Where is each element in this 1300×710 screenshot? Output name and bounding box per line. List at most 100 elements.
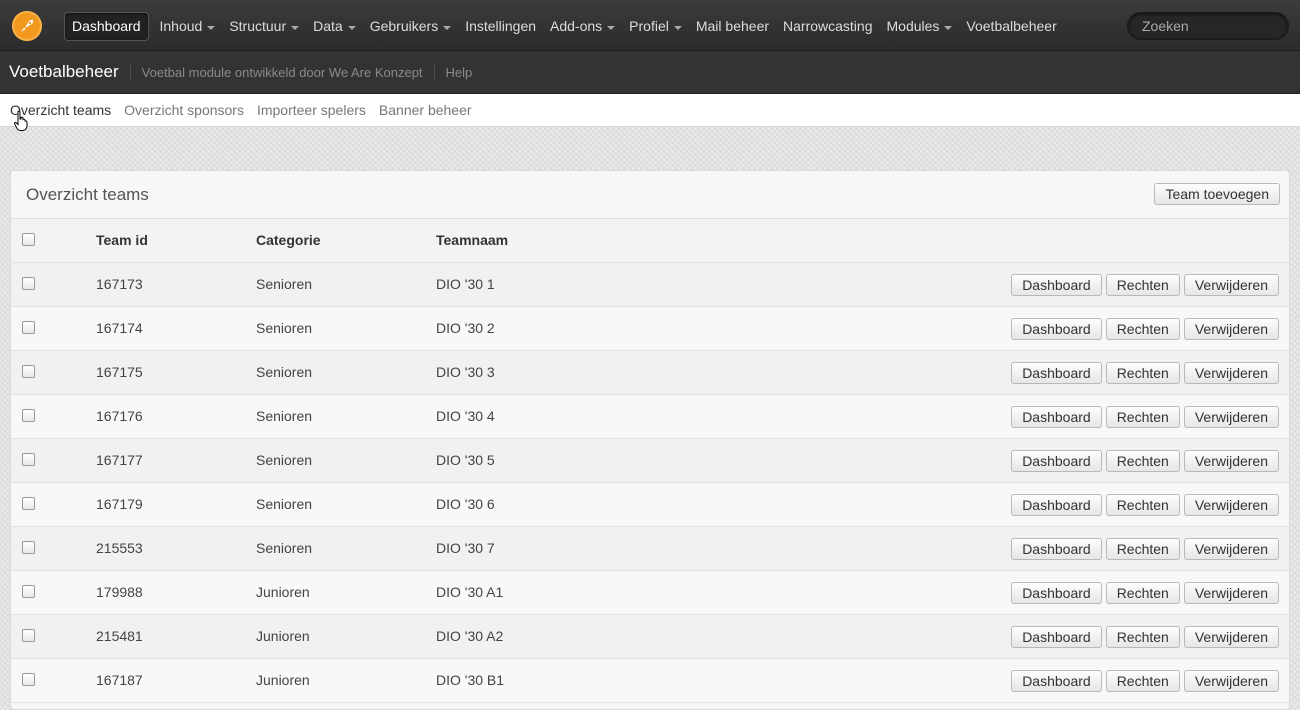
nav-label: Modules	[886, 18, 940, 34]
select-all-checkbox[interactable]	[22, 233, 35, 247]
panel-header: Overzicht teams Team toevoegen	[11, 171, 1289, 219]
row-actions: Dashboard Rechten Verwijderen	[1011, 538, 1279, 560]
delete-button[interactable]: Verwijderen	[1183, 626, 1279, 648]
row-checkbox[interactable]	[22, 585, 35, 599]
nav-label: Mail beheer	[695, 18, 770, 34]
row-checkbox-cell	[22, 439, 35, 482]
row-checkbox[interactable]	[22, 321, 35, 335]
search-input[interactable]	[1127, 12, 1289, 40]
delete-button[interactable]: Verwijderen	[1183, 494, 1279, 516]
row-checkbox[interactable]	[22, 365, 35, 379]
panel-title: Overzicht teams	[26, 185, 149, 204]
row-actions: Dashboard Rechten Verwijderen	[1011, 318, 1279, 340]
dashboard-button[interactable]: Dashboard	[1011, 274, 1102, 296]
main-nav: Dashboard Inhoud Structuur Data Gebruikers In…	[64, 12, 1064, 41]
add-team-button[interactable]: Team toevoegen	[1154, 183, 1280, 205]
caret-down-icon	[347, 25, 356, 30]
help-link[interactable]: Help	[446, 65, 473, 80]
team-category: Junioren	[256, 672, 310, 688]
caret-down-icon	[443, 25, 452, 30]
rights-button[interactable]: Rechten	[1105, 274, 1180, 296]
team-category: Senioren	[256, 276, 313, 292]
dashboard-button[interactable]: Dashboard	[1011, 670, 1102, 692]
nav-gebruikers[interactable]: Gebruikers	[363, 12, 458, 41]
row-checkbox-cell	[22, 615, 35, 658]
dashboard-button[interactable]: Dashboard	[1011, 626, 1102, 648]
table-row: 167176 Senioren DIO '30 4 Dashboard Rechten V…	[11, 395, 1289, 439]
rocket-logo-icon[interactable]	[12, 11, 42, 41]
dashboard-button[interactable]: Dashboard	[1011, 582, 1102, 604]
team-category: Senioren	[256, 540, 313, 556]
rights-button[interactable]: Rechten	[1105, 362, 1180, 384]
dashboard-button[interactable]: Dashboard	[1011, 362, 1102, 384]
nav-label: Voetbalbeheer	[966, 18, 1057, 34]
nav-profiel[interactable]: Profiel	[622, 12, 689, 41]
rights-button[interactable]: Rechten	[1105, 318, 1180, 340]
caret-down-icon	[207, 25, 216, 30]
row-checkbox-cell	[22, 527, 35, 570]
team-name: DIO '30 6	[436, 496, 495, 512]
nav-inhoud[interactable]: Inhoud	[153, 12, 223, 41]
row-checkbox[interactable]	[22, 629, 35, 643]
nav-voetbalbeheer[interactable]: Voetbalbeheer	[959, 12, 1063, 41]
rights-button[interactable]: Rechten	[1105, 582, 1180, 604]
delete-button[interactable]: Verwijderen	[1183, 670, 1279, 692]
column-header-team-name[interactable]: Teamnaam	[436, 219, 508, 262]
team-name: DIO '30 7	[436, 540, 495, 556]
rights-button[interactable]: Rechten	[1105, 670, 1180, 692]
table-row: 215553 Senioren DIO '30 7 Dashboard Rechten V…	[11, 527, 1289, 571]
team-id: 167173	[96, 276, 143, 292]
team-id: 167177	[96, 452, 143, 468]
caret-down-icon	[291, 25, 300, 30]
delete-button[interactable]: Verwijderen	[1183, 450, 1279, 472]
tab-overzicht-sponsors[interactable]: Overzicht sponsors	[124, 102, 244, 118]
delete-button[interactable]: Verwijderen	[1183, 362, 1279, 384]
rights-button[interactable]: Rechten	[1105, 626, 1180, 648]
rights-button[interactable]: Rechten	[1105, 406, 1180, 428]
column-header-category[interactable]: Categorie	[256, 219, 321, 262]
row-checkbox[interactable]	[22, 541, 35, 555]
row-checkbox[interactable]	[22, 453, 35, 467]
delete-button[interactable]: Verwijderen	[1183, 406, 1279, 428]
nav-instellingen[interactable]: Instellingen	[458, 12, 543, 41]
nav-label: Dashboard	[72, 18, 141, 34]
row-checkbox[interactable]	[22, 673, 35, 687]
team-id: 167176	[96, 408, 143, 424]
row-checkbox[interactable]	[22, 497, 35, 511]
table-row: 167174 Senioren DIO '30 2 Dashboard Rechten V…	[11, 307, 1289, 351]
rights-button[interactable]: Rechten	[1105, 450, 1180, 472]
teams-table: Team id Categorie Teamnaam 167173 Seniore…	[11, 219, 1289, 703]
row-actions: Dashboard Rechten Verwijderen	[1011, 582, 1279, 604]
team-category: Senioren	[256, 320, 313, 336]
dashboard-button[interactable]: Dashboard	[1011, 538, 1102, 560]
nav-structuur[interactable]: Structuur	[222, 12, 306, 41]
column-header-team-id[interactable]: Team id	[96, 219, 148, 262]
team-name: DIO '30 2	[436, 320, 495, 336]
nav-narrowcasting[interactable]: Narrowcasting	[776, 12, 879, 41]
delete-button[interactable]: Verwijderen	[1183, 318, 1279, 340]
module-title: Voetbalbeheer	[9, 62, 119, 81]
table-row: 215481 Junioren DIO '30 A2 Dashboard Rechten…	[11, 615, 1289, 659]
nav-dashboard[interactable]: Dashboard	[64, 12, 149, 41]
nav-modules[interactable]: Modules	[880, 12, 960, 41]
row-checkbox[interactable]	[22, 409, 35, 423]
row-checkbox-cell	[22, 571, 35, 614]
delete-button[interactable]: Verwijderen	[1183, 274, 1279, 296]
nav-mail-beheer[interactable]: Mail beheer	[689, 12, 776, 41]
dashboard-button[interactable]: Dashboard	[1011, 450, 1102, 472]
nav-add-ons[interactable]: Add-ons	[543, 12, 622, 41]
delete-button[interactable]: Verwijderen	[1183, 582, 1279, 604]
tab-banner-beheer[interactable]: Banner beheer	[379, 102, 472, 118]
row-checkbox[interactable]	[22, 277, 35, 291]
team-id: 215553	[96, 540, 143, 556]
tab-importeer-spelers[interactable]: Importeer spelers	[257, 102, 366, 118]
rights-button[interactable]: Rechten	[1105, 494, 1180, 516]
table-row: 179988 Junioren DIO '30 A1 Dashboard Rechten…	[11, 571, 1289, 615]
dashboard-button[interactable]: Dashboard	[1011, 494, 1102, 516]
dashboard-button[interactable]: Dashboard	[1011, 406, 1102, 428]
delete-button[interactable]: Verwijderen	[1183, 538, 1279, 560]
divider	[129, 65, 131, 79]
dashboard-button[interactable]: Dashboard	[1011, 318, 1102, 340]
rights-button[interactable]: Rechten	[1105, 538, 1180, 560]
nav-data[interactable]: Data	[306, 12, 363, 41]
